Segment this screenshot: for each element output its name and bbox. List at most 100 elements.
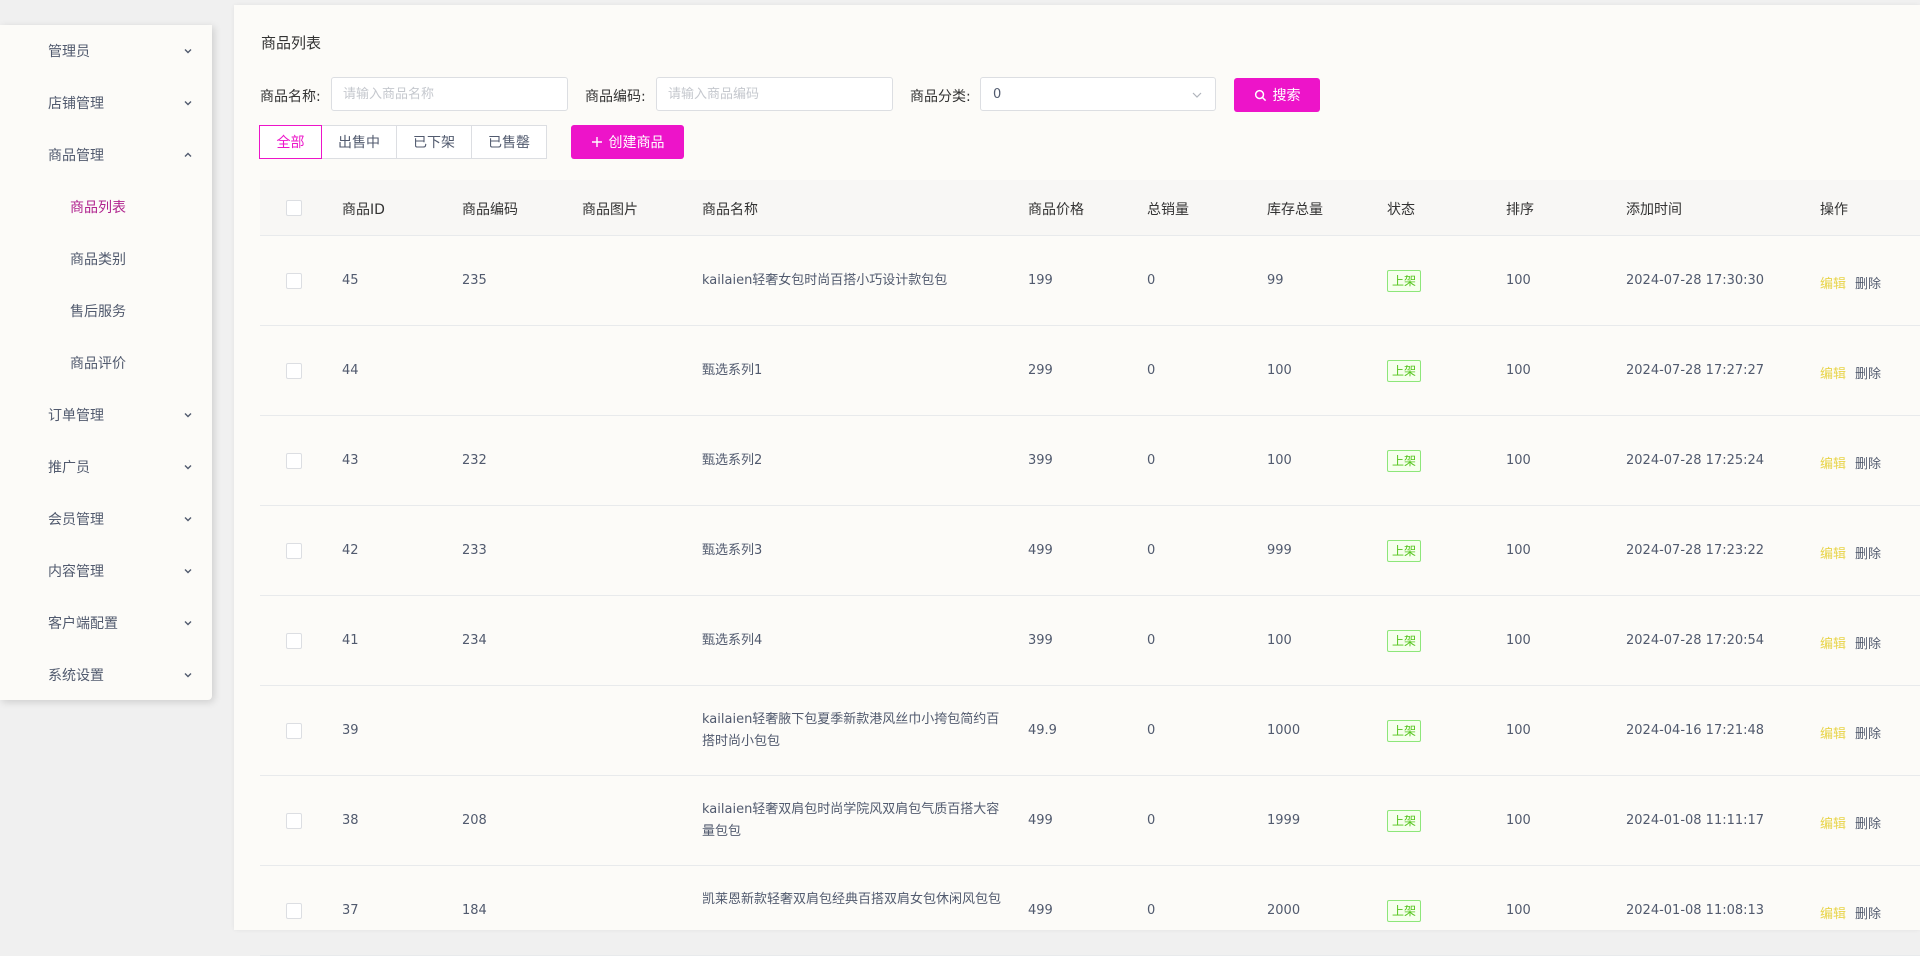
table-row: 38 208 kailaien轻奢双肩包时尚学院风双肩包气质百搭大容量包包 49… [260, 776, 1920, 866]
create-goods-label: 创建商品 [608, 135, 665, 151]
delete-link[interactable]: 删除 [1855, 453, 1881, 472]
col-id: 商品ID [342, 202, 385, 218]
menu-promoter[interactable]: 推广员 [0, 447, 212, 487]
submenu-goods-review[interactable]: 商品评价 [0, 343, 212, 383]
submenu-label: 商品评价 [70, 356, 126, 372]
status-badge: 上架 [1387, 270, 1422, 292]
table-row: 41 234 甄选系列4 399 0 100 上架 100 2024-07-28… [260, 596, 1920, 686]
cell-code: 233 [462, 543, 487, 558]
edit-link[interactable]: 编辑 [1820, 273, 1846, 292]
edit-link[interactable]: 编辑 [1820, 363, 1846, 382]
menu-admin[interactable]: 管理员 [0, 31, 212, 71]
row-checkbox[interactable] [286, 453, 302, 469]
row-checkbox[interactable] [286, 273, 302, 289]
menu-members[interactable]: 会员管理 [0, 499, 212, 539]
cell-id: 44 [342, 363, 359, 378]
delete-link[interactable]: 删除 [1855, 273, 1881, 292]
cell-sort: 100 [1506, 903, 1531, 918]
cell-name: 甄选系列4 [702, 633, 763, 648]
menu-content[interactable]: 内容管理 [0, 551, 212, 591]
cell-stock: 100 [1267, 453, 1292, 468]
category-select-value: 0 [993, 86, 1002, 102]
cell-sales: 0 [1147, 543, 1156, 558]
search-button[interactable]: 搜索 [1234, 78, 1320, 112]
menu-orders[interactable]: 订单管理 [0, 395, 212, 435]
edit-link[interactable]: 编辑 [1820, 723, 1846, 742]
delete-link[interactable]: 删除 [1855, 543, 1881, 562]
chevron-up-icon [184, 152, 192, 157]
table-row: 39 kailaien轻奢腋下包夏季新款港风丝巾小挎包简约百搭时尚小包包 49.… [260, 686, 1920, 776]
cell-price: 199 [1028, 273, 1053, 288]
menu-label: 商品管理 [48, 148, 104, 164]
delete-link[interactable]: 删除 [1855, 813, 1881, 832]
delete-link[interactable]: 删除 [1855, 363, 1881, 382]
status-badge: 上架 [1387, 540, 1422, 562]
cell-time: 2024-07-28 17:23:22 [1626, 543, 1765, 558]
col-ops: 操作 [1820, 202, 1848, 218]
col-time: 添加时间 [1626, 202, 1682, 218]
goods-code-label: 商品编码: [585, 89, 646, 105]
goods-code-input[interactable] [656, 77, 893, 111]
tab-all[interactable]: 全部 [259, 125, 322, 159]
tab-off-shelf[interactable]: 已下架 [396, 125, 472, 159]
cell-time: 2024-07-28 17:27:27 [1626, 363, 1765, 378]
goods-category-select[interactable]: 0 [980, 77, 1216, 111]
row-checkbox[interactable] [286, 363, 302, 379]
edit-link[interactable]: 编辑 [1820, 633, 1846, 652]
menu-client-config[interactable]: 客户端配置 [0, 603, 212, 643]
menu-label: 推广员 [48, 460, 90, 476]
submenu-after-sales[interactable]: 售后服务 [0, 291, 212, 331]
cell-sales: 0 [1147, 903, 1156, 918]
menu-shop[interactable]: 店铺管理 [0, 83, 212, 123]
menu-label: 内容管理 [48, 564, 104, 580]
status-tabs: 全部 出售中 已下架 已售罄 [259, 125, 547, 159]
cell-time: 2024-01-08 11:08:13 [1626, 903, 1765, 918]
cell-time: 2024-04-16 17:21:48 [1626, 723, 1765, 738]
cell-price: 399 [1028, 633, 1053, 648]
chevron-down-icon [184, 621, 192, 626]
row-checkbox[interactable] [286, 813, 302, 829]
col-stock: 库存总量 [1267, 202, 1323, 218]
col-status: 状态 [1387, 202, 1415, 218]
row-checkbox[interactable] [286, 723, 302, 739]
col-price: 商品价格 [1028, 202, 1084, 218]
cell-sales: 0 [1147, 273, 1156, 288]
cell-time: 2024-07-28 17:30:30 [1626, 273, 1765, 288]
row-checkbox[interactable] [286, 543, 302, 559]
menu-label: 订单管理 [48, 408, 104, 424]
edit-link[interactable]: 编辑 [1820, 903, 1846, 922]
table-row: 44 甄选系列1 299 0 100 上架 100 2024-07-28 17:… [260, 326, 1920, 416]
row-checkbox[interactable] [286, 633, 302, 649]
cell-sort: 100 [1506, 363, 1531, 378]
delete-link[interactable]: 删除 [1855, 633, 1881, 652]
submenu-goods-category[interactable]: 商品类别 [0, 239, 212, 279]
edit-link[interactable]: 编辑 [1820, 813, 1846, 832]
cell-sales: 0 [1147, 723, 1156, 738]
cell-sort: 100 [1506, 723, 1531, 738]
table-row: 43 232 甄选系列2 399 0 100 上架 100 2024-07-28… [260, 416, 1920, 506]
status-badge: 上架 [1387, 450, 1422, 472]
menu-system-settings[interactable]: 系统设置 [0, 655, 212, 695]
cell-name: kailaien轻奢腋下包夏季新款港风丝巾小挎包简约百搭时尚小包包 [702, 712, 1000, 749]
submenu-goods-list[interactable]: 商品列表 [0, 187, 212, 227]
row-checkbox[interactable] [286, 903, 302, 919]
submenu-label: 商品列表 [70, 200, 126, 216]
chevron-down-icon [184, 413, 192, 418]
tab-on-sale[interactable]: 出售中 [321, 125, 397, 159]
edit-link[interactable]: 编辑 [1820, 453, 1846, 472]
create-goods-button[interactable]: 创建商品 [571, 125, 684, 159]
tab-sold-out[interactable]: 已售罄 [471, 125, 547, 159]
menu-goods[interactable]: 商品管理 [0, 135, 212, 175]
select-all-checkbox[interactable] [286, 200, 302, 216]
delete-link[interactable]: 删除 [1855, 903, 1881, 922]
edit-link[interactable]: 编辑 [1820, 543, 1846, 562]
cell-price: 399 [1028, 453, 1053, 468]
cell-stock: 100 [1267, 633, 1292, 648]
cell-price: 49.9 [1028, 723, 1057, 738]
cell-stock: 1000 [1267, 723, 1301, 738]
goods-name-input[interactable] [331, 77, 568, 111]
col-image: 商品图片 [582, 202, 638, 218]
cell-sales: 0 [1147, 363, 1156, 378]
delete-link[interactable]: 删除 [1855, 723, 1881, 742]
status-badge: 上架 [1387, 720, 1422, 742]
